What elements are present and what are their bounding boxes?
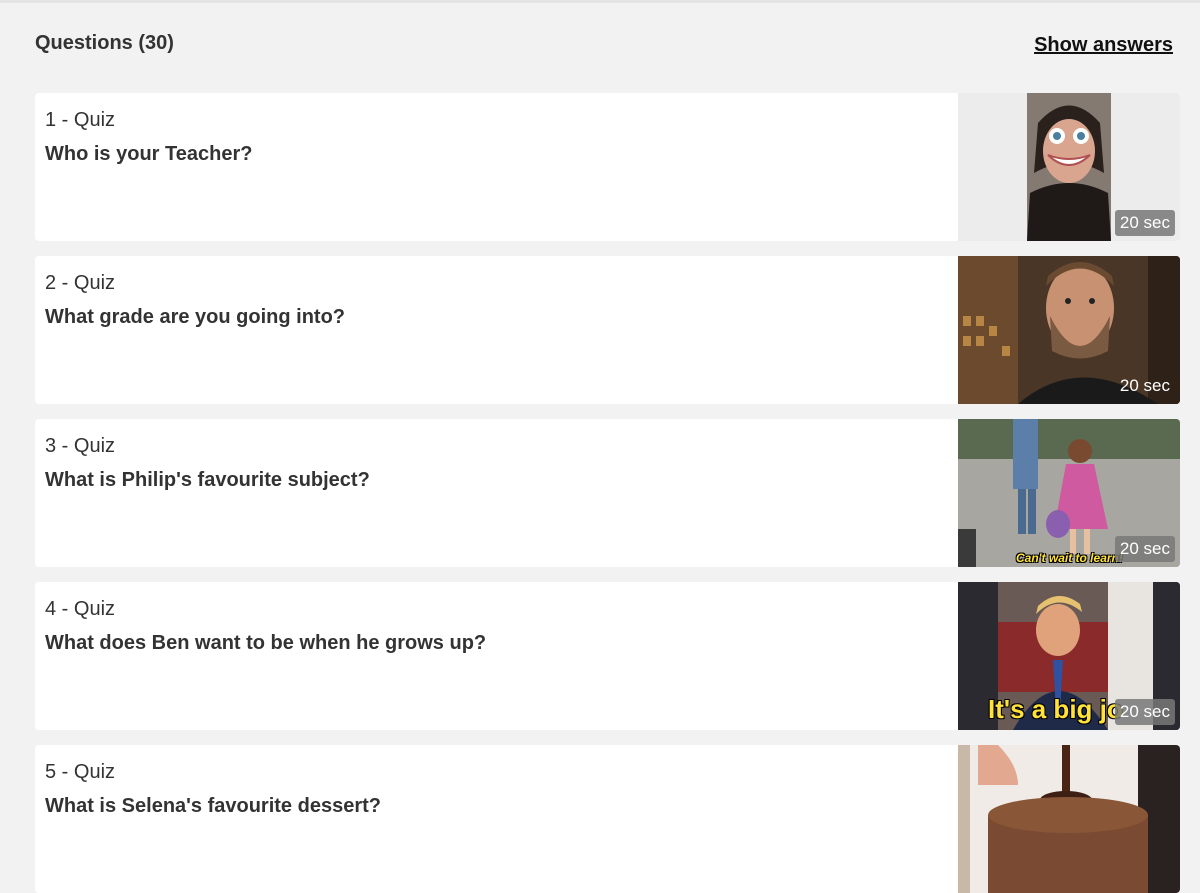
question-card[interactable]: 3 - Quiz What is Philip's favourite subj… [35,419,1180,567]
show-answers-link[interactable]: Show answers [1034,28,1173,57]
question-number: 2 - Quiz [45,272,116,294]
question-card[interactable]: 4 - Quiz What does Ben want to be when h… [35,582,1180,730]
time-badge: 20 sec [1114,699,1175,725]
image-caption: It's a big jo [988,694,1123,724]
questions-header: Questions (30) Show answers [35,28,1173,68]
question-text: What is Philip's favourite subject? [45,469,370,491]
chocolate-cake-image [958,745,1180,893]
question-card[interactable]: 2 - Quiz What grade are you going into? … [35,256,1180,404]
question-image: It's a big jo 20 sec [958,582,1180,730]
question-text: What is Selena's favourite dessert? [45,795,381,817]
question-image: 20 sec [958,93,1180,241]
question-image [958,745,1180,893]
time-badge: 20 sec [1114,210,1175,236]
question-card[interactable]: 1 - Quiz Who is your Teacher? 20 sec [35,93,1180,241]
question-image: Can't wait to learn! 20 sec [958,419,1180,567]
question-text: What grade are you going into? [45,306,345,328]
question-number: 3 - Quiz [45,435,116,457]
question-number: 1 - Quiz [45,109,116,131]
question-number: 5 - Quiz [45,761,116,783]
time-badge: 20 sec [1114,536,1175,562]
image-caption: Can't wait to learn! [1016,551,1123,565]
question-number: 4 - Quiz [45,598,116,620]
question-card[interactable]: 5 - Quiz What is Selena's favourite dess… [35,745,1180,893]
question-text: What does Ben want to be when he grows u… [45,632,487,654]
question-text: Who is your Teacher? [45,143,253,165]
page-title: Questions (30) [35,32,174,54]
top-divider [0,0,1200,3]
question-image: 20 sec [958,256,1180,404]
time-badge: 20 sec [1119,376,1170,395]
